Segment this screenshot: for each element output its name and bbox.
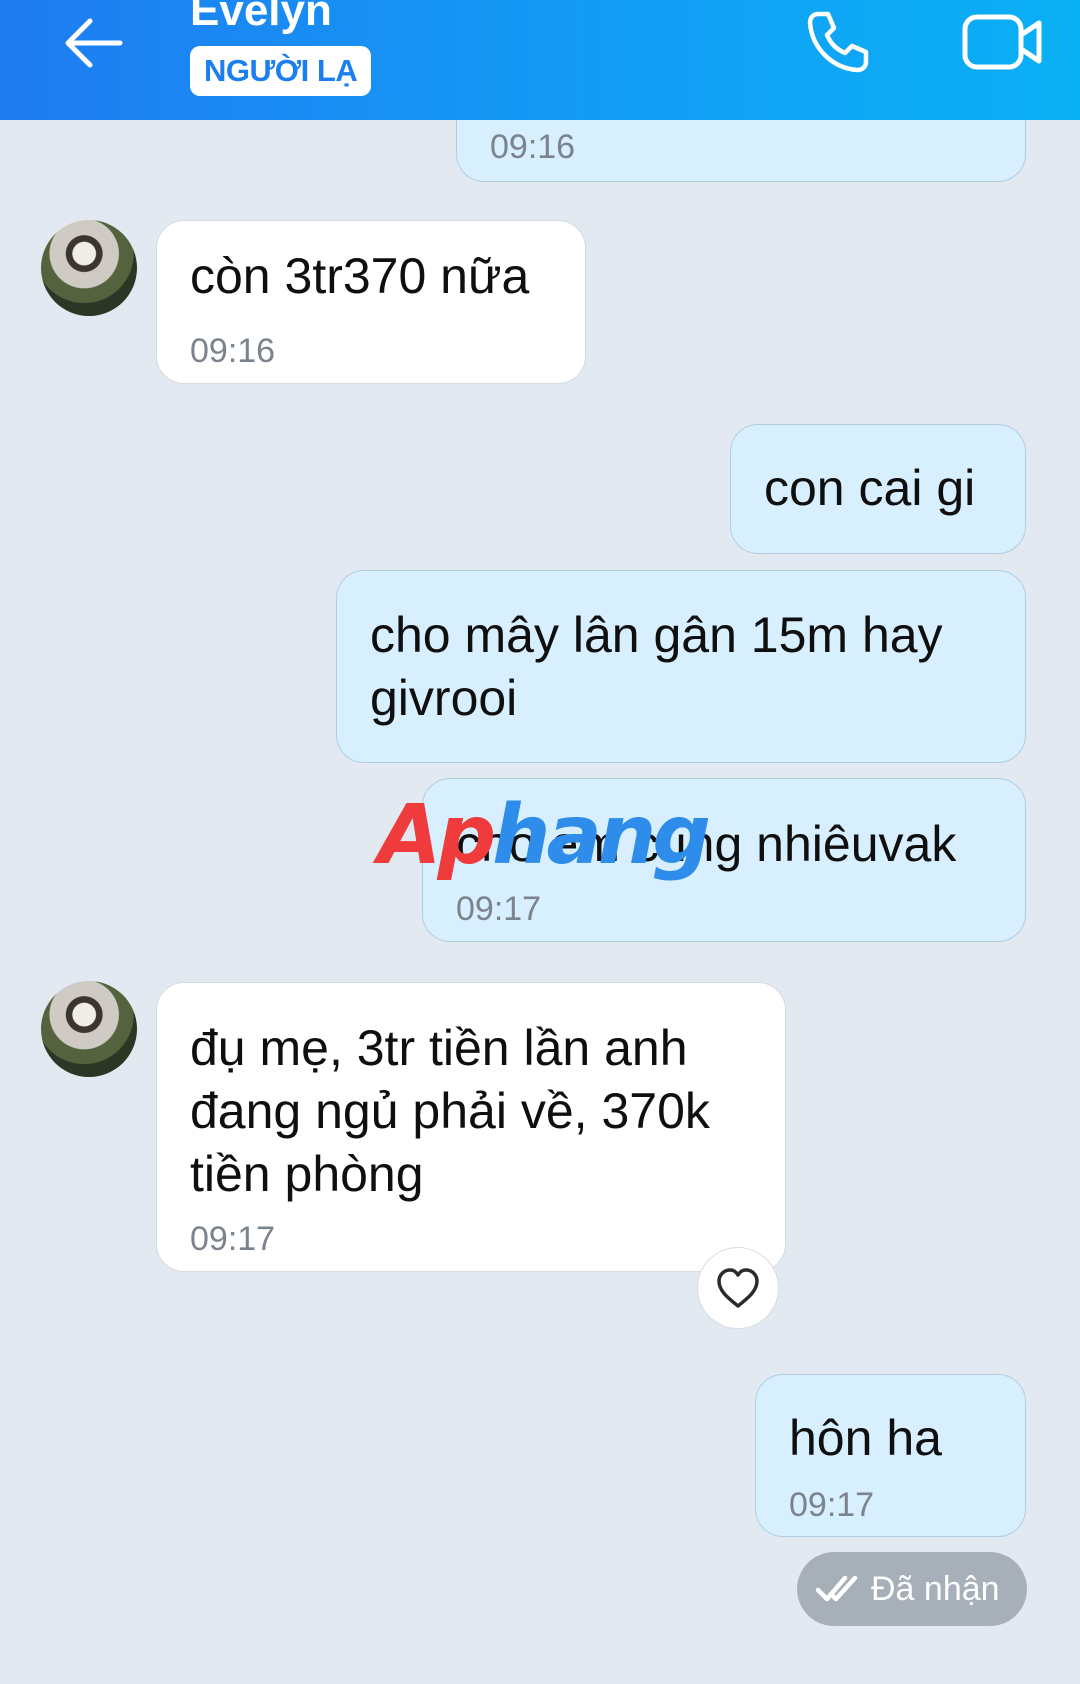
back-button[interactable] — [58, 10, 128, 76]
message-time: 09:17 — [789, 1486, 875, 1524]
message-text: cho mây lân gân 15m hay — [370, 607, 943, 663]
message-bubble-outgoing[interactable]: con cai gi — [730, 424, 1026, 554]
message-text: con cai gi — [764, 460, 976, 516]
message-text: còn 3tr370 nữa — [190, 248, 530, 304]
message-text: đụ mẹ, 3tr tiền lần anh — [190, 1020, 688, 1076]
chat-screen: Evelyn NGƯỜI LẠ 09:16 còn 3tr370 nữa 09:… — [0, 0, 1080, 1684]
contact-avatar[interactable] — [41, 981, 137, 1077]
message-text: givrooi — [370, 670, 518, 726]
message-text: tiền phòng — [190, 1146, 424, 1202]
message-bubble-incoming[interactable]: còn 3tr370 nữa 09:16 — [156, 220, 586, 384]
watermark-logo: Aphang — [378, 788, 711, 883]
message-text: hôn ha — [789, 1410, 942, 1466]
contact-avatar[interactable] — [41, 220, 137, 316]
arrow-left-icon — [65, 18, 123, 68]
message-bubble-incoming[interactable]: đụ mẹ, 3tr tiền lần anh đang ngủ phải về… — [156, 982, 786, 1272]
video-call-button[interactable] — [958, 4, 1048, 80]
stranger-badge: NGƯỜI LẠ — [190, 46, 372, 96]
message-time: 09:16 — [190, 332, 276, 370]
call-button[interactable] — [800, 4, 876, 80]
message-text: đang ngủ phải về, 370k — [190, 1083, 710, 1139]
double-check-icon — [815, 1575, 858, 1602]
heart-outline-icon — [717, 1268, 759, 1308]
react-button[interactable] — [697, 1247, 779, 1329]
contact-name[interactable]: Evelyn — [190, 0, 332, 36]
message-bubble-outgoing[interactable]: cho mây lân gân 15m hay givrooi — [336, 570, 1026, 763]
video-camera-icon — [962, 14, 1042, 70]
message-time: 09:16 — [490, 128, 576, 166]
phone-icon — [807, 11, 869, 73]
message-bubble-outgoing[interactable]: hôn ha 09:17 — [755, 1374, 1026, 1537]
chat-header: Evelyn NGƯỜI LẠ — [0, 0, 1080, 120]
message-time: 09:17 — [456, 890, 542, 928]
message-time: 09:17 — [190, 1220, 276, 1258]
delivery-status: Đã nhận — [797, 1552, 1027, 1626]
delivery-status-label: Đã nhận — [871, 1570, 1000, 1608]
